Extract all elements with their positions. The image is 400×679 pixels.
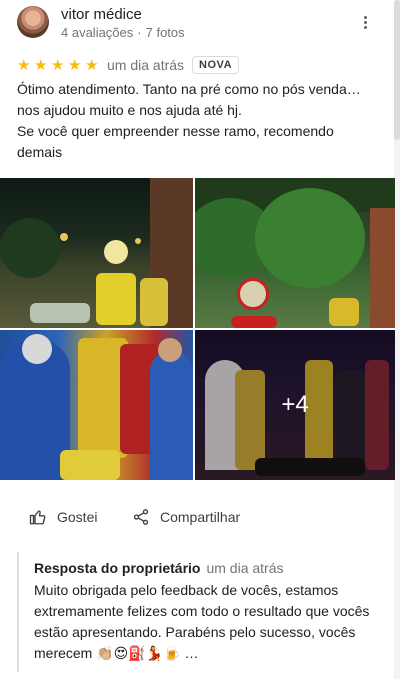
review-actions: Gostei Compartilhar (0, 500, 394, 536)
more-photos-count: +4 (281, 391, 309, 418)
like-button[interactable]: Gostei (29, 508, 97, 526)
star-rating: ★ ★ ★ ★ ★ (17, 58, 101, 73)
new-badge: NOVA (192, 56, 240, 74)
author-avatar[interactable] (17, 6, 49, 38)
review-time: um dia atrás (107, 57, 185, 73)
star-icon: ★ (68, 56, 82, 74)
review-photo[interactable] (195, 178, 395, 328)
scrollbar-thumb[interactable] (394, 0, 400, 140)
reviews-count: 4 avaliações (61, 25, 134, 40)
review-text-line: Se você quer empreender nesse ramo, reco… (17, 123, 334, 139)
like-label: Gostei (57, 509, 98, 525)
share-icon (133, 509, 149, 525)
owner-reply-time: um dia atrás (206, 560, 284, 576)
owner-reply-text[interactable]: Muito obrigada pelo feedback de vocês, e… (34, 580, 377, 664)
review-text-line: nos ajudou muito e nos ajuda até hj. (17, 102, 242, 118)
star-icon: ★ (17, 56, 31, 74)
star-icon: ★ (34, 56, 48, 74)
share-label: Compartilhar (160, 509, 241, 525)
owner-reply-header: Resposta do proprietário um dia atrás (34, 560, 377, 576)
review-text-line: Ótimo atendimento. Tanto na pré como no … (17, 81, 361, 97)
review-photo[interactable] (0, 178, 193, 328)
more-photos-overlay[interactable]: +4 (195, 330, 395, 480)
review-text-line: demais (17, 144, 63, 160)
review-photo[interactable]: +4 (195, 330, 395, 480)
review-photos: +4 (0, 178, 395, 480)
more-vert-icon[interactable] (355, 12, 375, 32)
thumb-up-icon (29, 510, 46, 525)
star-icon: ★ (85, 56, 99, 74)
meta-separator: · (137, 25, 142, 40)
owner-reply: Resposta do proprietário um dia atrás Mui… (17, 552, 377, 672)
photos-count: 7 fotos (145, 25, 185, 40)
share-button[interactable]: Compartilhar (132, 508, 240, 526)
star-icon: ★ (51, 56, 65, 74)
author-name[interactable]: vitor médice (61, 6, 142, 23)
rating-row: ★ ★ ★ ★ ★ um dia atrás NOVA (17, 55, 240, 75)
review-header: vitor médice 4 avaliações · 7 fotos (17, 6, 387, 40)
author-meta: 4 avaliações · 7 fotos (61, 25, 185, 40)
review-photo[interactable] (0, 330, 193, 480)
owner-reply-title: Resposta do proprietário (34, 560, 201, 576)
review-text[interactable]: Ótimo atendimento. Tanto na pré como no … (17, 79, 377, 163)
